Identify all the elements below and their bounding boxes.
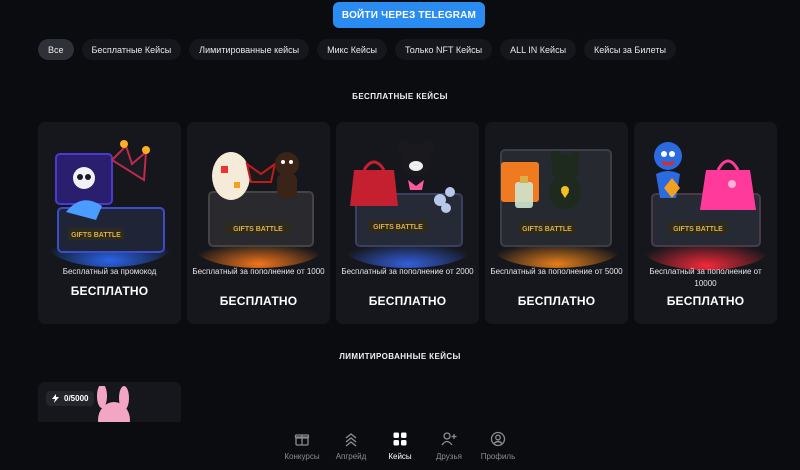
nav-upgrade[interactable]: Апгрейд [328,422,375,470]
nav-friends[interactable]: Друзья [426,422,473,470]
toy-bag-box-icon: GIFTS BATTLE [642,142,770,270]
nav-cases[interactable]: Кейсы [377,422,424,470]
filter-chip-free[interactable]: Бесплатные Кейсы [81,39,182,60]
perfume-bear-box-icon: GIFTS BATTLE [493,149,621,268]
lightning-icon [52,394,59,403]
nav-label: Конкурсы [284,452,320,461]
limited-counter: 0/5000 [64,394,89,403]
skull-jester-box-icon: GIFTS BATTLE [48,140,172,267]
nav-label: Апгрейд [335,452,367,461]
filter-chip-all[interactable]: Все [38,39,74,60]
filter-chip-mix[interactable]: Микс Кейсы [317,39,387,60]
free-cases-heading: БЕСПЛАТНЫЕ КЕЙСЫ [352,92,448,101]
case-card[interactable]: GIFTS BATTLE Бесплатный за пополнение от… [187,122,330,324]
case-condition: Бесплатный за пополнение от 2000 [341,267,474,276]
box-label: GIFTS BATTLE [71,232,121,239]
box-label: GIFTS BATTLE [233,226,283,233]
nav-label: Кейсы [388,452,412,461]
box-label: GIFTS BATTLE [373,224,423,231]
filter-chip-all-in[interactable]: ALL IN Кейсы [500,39,577,60]
case-price: БЕСПЛАТНО [517,294,596,308]
case-card[interactable]: GIFTS BATTLE Бесплатный за пополнение от… [634,122,777,324]
nav-contests[interactable]: Конкурсы [279,422,326,470]
case-price: БЕСПЛАТНО [219,294,298,308]
box-label: GIFTS BATTLE [673,226,723,233]
filter-chip-nft[interactable]: Только NFT Кейсы [394,39,493,60]
case-condition: Бесплатный за пополнение от 10000 [649,267,762,288]
egg-gingerbread-box-icon: GIFTS BATTLE [195,152,323,268]
case-card[interactable]: GIFTS BATTLE Бесплатный за промокод БЕСП… [38,122,181,324]
nav-label: Профиль [480,452,516,461]
nav-profile[interactable]: Профиль [475,422,522,470]
limited-cases-heading: ЛИМИТИРОВАННЫЕ КЕЙСЫ [339,352,461,361]
telegram-login-button[interactable]: ВОЙТИ ЧЕРЕЗ TELEGRAM [333,2,485,28]
gift-icon [294,434,310,446]
case-price: БЕСПЛАТНО [368,294,447,308]
case-price: БЕСПЛАТНО [666,294,745,308]
box-label: GIFTS BATTLE [522,226,572,233]
add-friend-icon [441,432,457,446]
case-condition: Бесплатный за пополнение от 1000 [192,267,325,276]
bag-bear-box-icon: GIFTS BATTLE [344,140,472,268]
filter-chip-limited[interactable]: Лимитированные кейсы [189,39,310,60]
bottom-navigation: Конкурсы Апгрейд Кейсы Друзья Профиль [0,422,800,470]
limited-counter-badge: 0/5000 [46,391,95,406]
case-condition: Бесплатный за пополнение от 5000 [490,267,623,276]
filter-chips: Все Бесплатные Кейсы Лимитированные кейс… [38,39,676,60]
free-cases-grid: GIFTS BATTLE Бесплатный за промокод БЕСП… [38,122,777,324]
filter-chip-tickets[interactable]: Кейсы за Билеты [584,39,676,60]
case-card[interactable]: GIFTS BATTLE Бесплатный за пополнение от… [336,122,479,324]
cases-icon [393,432,407,446]
case-price: БЕСПЛАТНО [70,284,149,298]
nav-label: Друзья [436,452,462,461]
upgrade-icon [345,433,357,447]
profile-icon [490,431,506,447]
case-condition: Бесплатный за промокод [62,267,157,276]
case-card[interactable]: GIFTS BATTLE Бесплатный за пополнение от… [485,122,628,324]
